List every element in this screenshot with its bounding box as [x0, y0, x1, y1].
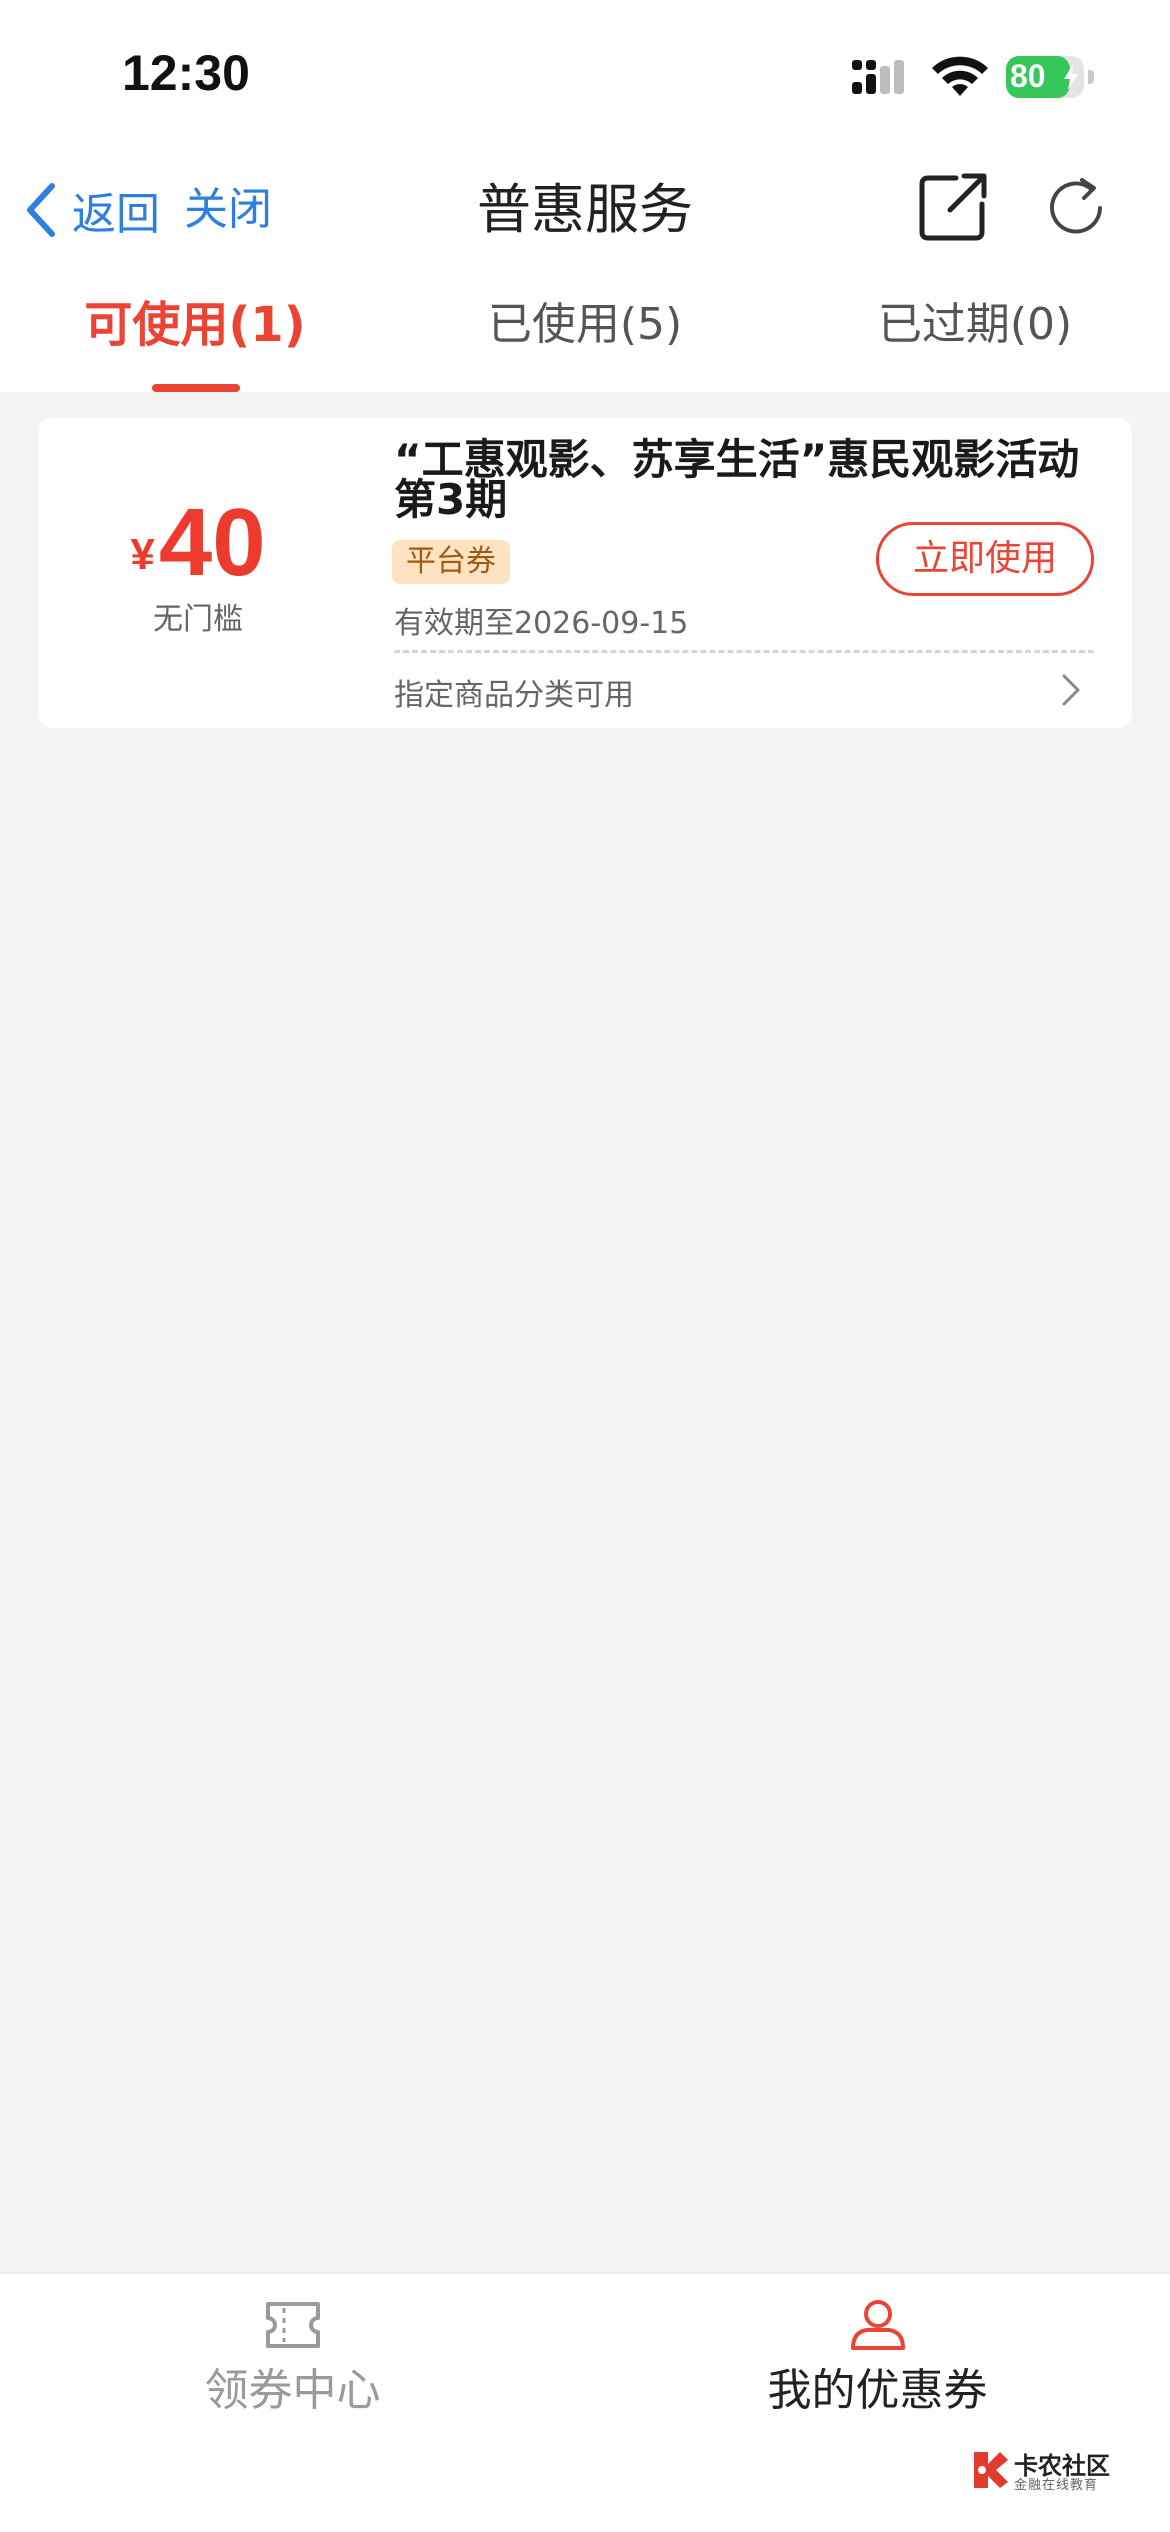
charging-bolt-icon — [1064, 64, 1078, 90]
nav-bar: 返回 关闭 普惠服务 — [0, 160, 1170, 260]
share-icon[interactable] — [916, 168, 992, 244]
ticket-icon — [266, 2302, 320, 2348]
coupon-amount: ¥40 — [38, 488, 358, 598]
tab-expired[interactable]: 已过期(0) — [780, 280, 1170, 392]
coupon-validity: 有效期至2026-09-15 — [394, 606, 689, 641]
bottom-tab-my-coupons[interactable]: 我的优惠券 — [585, 2274, 1170, 2444]
coupon-title: “工惠观影、苏享生活”惠民观影活动第3期 — [394, 435, 1080, 524]
battery-icon: 80 — [1006, 56, 1084, 98]
use-now-button[interactable]: 立即使用 — [876, 522, 1094, 596]
watermark-logo-icon — [974, 2452, 1008, 2488]
tab-bar: 可使用(1) 已使用(5) 已过期(0) — [0, 280, 1170, 392]
refresh-icon[interactable] — [1040, 172, 1112, 244]
user-icon — [851, 2300, 905, 2350]
tab-used[interactable]: 已使用(5) — [390, 280, 780, 392]
coupon-card: ¥40 无门槛 “工惠观影、苏享生活”惠民观影活动第3期 平台券 立即使用 有效… — [38, 418, 1132, 728]
coupon-threshold: 无门槛 — [153, 602, 243, 637]
battery-level: 80 — [1010, 58, 1046, 94]
dashed-divider — [394, 650, 1094, 653]
active-tab-indicator — [152, 384, 240, 392]
back-label: 返回 — [72, 189, 160, 240]
bottom-nav: 领券中心 我的优惠券 — [0, 2272, 1170, 2532]
wifi-icon — [932, 56, 988, 96]
currency-symbol: ¥ — [130, 530, 155, 579]
coupon-scope-link[interactable]: 指定商品分类可用 — [394, 670, 634, 714]
coupon-value: 40 — [158, 489, 266, 596]
watermark-logo: 卡农社区 金融在线教育 — [970, 2446, 1120, 2493]
chevron-right-icon[interactable] — [1056, 670, 1086, 710]
status-time: 12:30 — [122, 45, 250, 101]
battery-cap — [1088, 70, 1094, 84]
status-bar: 12:30 80 — [0, 0, 1170, 150]
back-button[interactable]: 返回 — [22, 160, 160, 260]
page-title: 普惠服务 — [477, 178, 693, 241]
bottom-tab-coupon-center[interactable]: 领券中心 — [0, 2274, 585, 2444]
bottom-tab-label: 我的优惠券 — [767, 2365, 988, 2416]
bottom-tab-label: 领券中心 — [204, 2365, 381, 2416]
coupon-type-badge: 平台券 — [392, 540, 510, 584]
watermark-subtitle: 金融在线教育 — [1014, 2478, 1099, 2493]
chevron-left-icon — [27, 183, 55, 237]
close-button[interactable]: 关闭 — [184, 160, 272, 260]
cellular-signal-icon — [852, 60, 904, 94]
top-bar: 12:30 80 返回 关闭 普惠服务 可使用(1) 已使用(5) 已过期(0) — [0, 0, 1170, 392]
tab-available[interactable]: 可使用(1) — [0, 280, 390, 392]
